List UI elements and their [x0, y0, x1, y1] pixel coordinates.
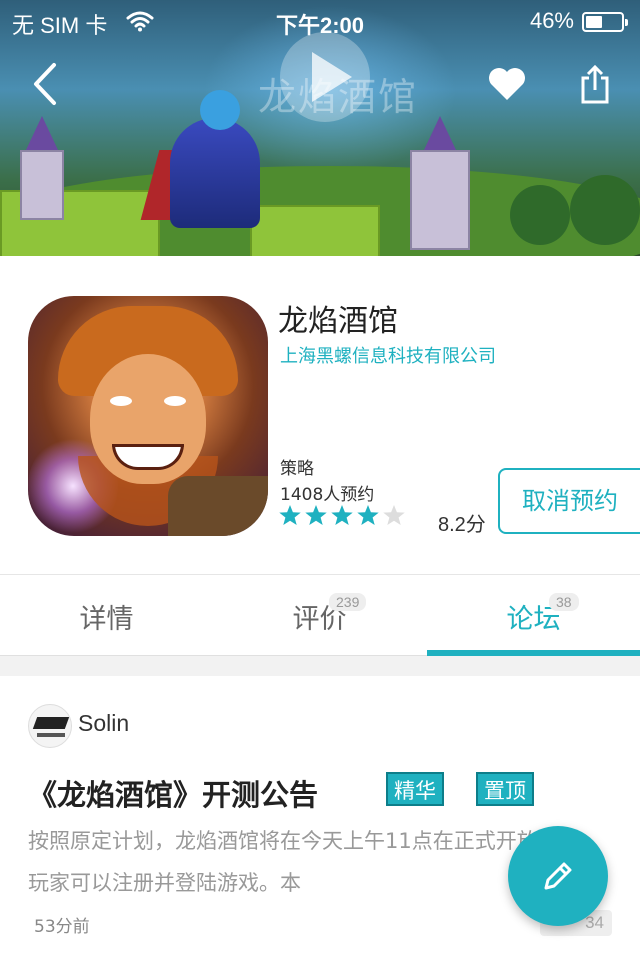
star-filled-icon	[279, 505, 301, 525]
app-icon-eye	[110, 396, 132, 406]
app-category: 策略	[280, 459, 314, 479]
cancel-reservation-button[interactable]: 取消预约	[498, 468, 640, 534]
rating-score: 8.2分	[438, 514, 486, 536]
tab-forum[interactable]: 论坛 38	[427, 575, 640, 657]
star-filled-icon	[305, 505, 327, 525]
heart-icon	[489, 68, 525, 100]
share-icon	[581, 64, 609, 104]
compose-post-button[interactable]	[508, 826, 608, 926]
banner-block	[250, 205, 380, 256]
post-title[interactable]: 《龙焰酒馆》开测公告	[28, 772, 318, 814]
share-button[interactable]	[570, 56, 620, 112]
reservation-count: 1408人预约	[280, 485, 375, 505]
tab-badge: 239	[329, 593, 367, 611]
banner-tree	[570, 175, 640, 245]
tab-reviews[interactable]: 评价 239	[213, 575, 426, 657]
back-button[interactable]	[20, 56, 70, 112]
tab-badge: 38	[549, 593, 579, 611]
banner-hero	[170, 118, 260, 228]
app-detail-screen: 龙焰酒馆 无 SIM 卡 下午2:00 46% 龙焰酒馆 上海黑螺信息科技有限公…	[0, 0, 640, 960]
banner-castle-roof	[424, 116, 456, 150]
app-icon-eye	[164, 396, 186, 406]
star-empty-icon	[383, 505, 405, 525]
banner-tree	[510, 185, 570, 245]
author-name[interactable]: Solin	[78, 710, 129, 737]
battery-percentage: 46%	[529, 8, 574, 33]
app-name: 龙焰酒馆	[278, 304, 398, 339]
star-filled-icon	[331, 505, 353, 525]
banner-castle	[20, 150, 64, 220]
app-icon	[28, 296, 268, 536]
avatar-logo-sub	[37, 733, 65, 737]
pencil-icon	[544, 862, 572, 890]
avatar-logo-mark	[32, 717, 70, 729]
favorite-button[interactable]	[482, 56, 532, 112]
post-tag-featured: 精华	[386, 772, 444, 806]
post-tag-pinned: 置顶	[476, 772, 534, 806]
banner-castle	[410, 150, 470, 250]
app-icon-armor	[168, 476, 268, 536]
tab-details[interactable]: 详情	[0, 575, 213, 657]
tab-bar: 详情 评价 239 论坛 38	[0, 574, 640, 656]
banner-castle-roof	[26, 116, 58, 150]
star-filled-icon	[357, 505, 379, 525]
status-bar: 无 SIM 卡 下午2:00 46%	[0, 0, 640, 40]
post-time: 53分前	[34, 917, 90, 937]
battery-fill	[586, 16, 602, 28]
tab-label: 详情	[79, 604, 134, 635]
battery-icon	[582, 12, 628, 32]
author-avatar[interactable]	[28, 704, 72, 748]
active-tab-indicator	[427, 650, 640, 656]
banner-hero-head	[200, 90, 240, 130]
back-chevron-icon	[34, 63, 56, 105]
app-info-panel: 龙焰酒馆 上海黑螺信息科技有限公司 策略 1408人预约 8.2分 取消预约	[0, 256, 640, 574]
app-developer-link[interactable]: 上海黑螺信息科技有限公司	[280, 342, 496, 368]
rating-stars	[278, 504, 406, 528]
banner-watermark: 龙焰酒馆	[258, 75, 419, 119]
